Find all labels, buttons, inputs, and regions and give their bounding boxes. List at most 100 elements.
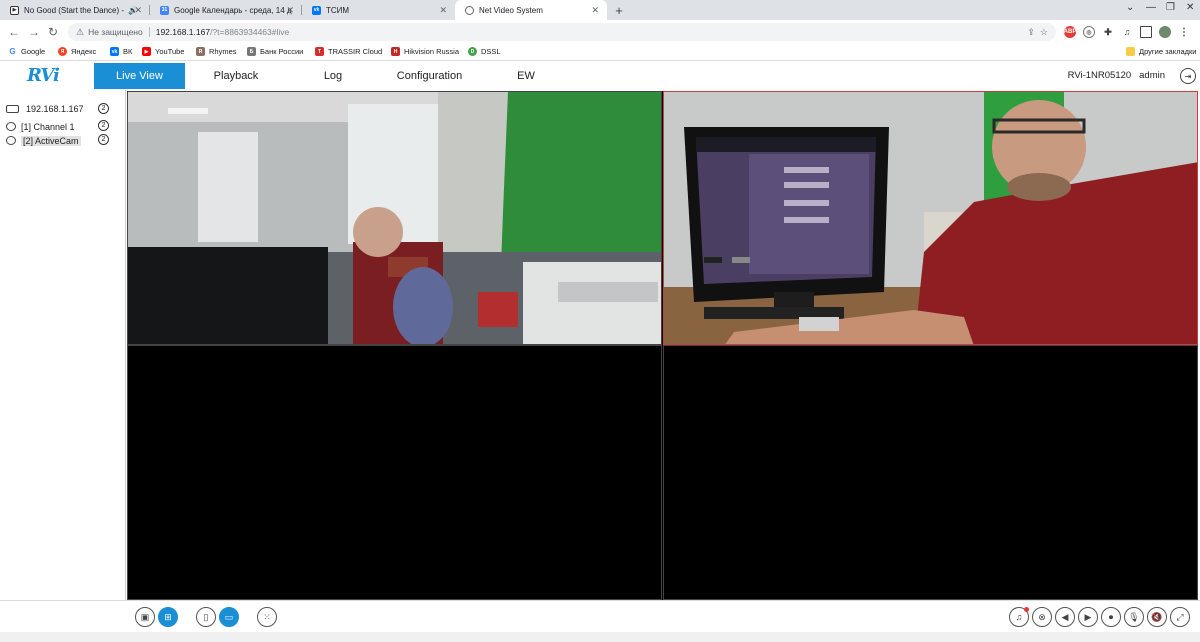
sidepanel-icon[interactable] <box>1140 26 1152 38</box>
device-name: RVi-1NR05120 <box>1067 70 1132 81</box>
logout-icon[interactable]: ⇥ <box>1180 68 1196 84</box>
status-strip <box>0 632 1200 642</box>
app-header: RVi Live View Playback Log Configuration… <box>0 63 1200 89</box>
bookmark-rhymes[interactable]: R Rhymes <box>196 47 237 56</box>
browser-tab-bar: ▶ No Good (Start the Dance) - 🔊 ✕ 31 Goo… <box>0 0 1200 20</box>
address-input[interactable]: ⚠ Не защищено 192.168.1.167/?t=886393446… <box>68 23 1056 41</box>
camera-icon <box>6 122 16 131</box>
bookmark-youtube[interactable]: ▶ YouTube <box>142 47 184 56</box>
tree-device[interactable]: 192.168.1.167 <box>6 102 84 115</box>
bank-icon: Б <box>247 47 256 56</box>
count-badge: 2 <box>98 103 109 114</box>
previous-icon[interactable]: ◀ <box>1055 607 1075 627</box>
adblock-icon[interactable]: ABP <box>1064 26 1076 38</box>
tab-net-video-system[interactable]: Net Video System ✕ <box>455 0 607 20</box>
avatar[interactable] <box>1159 26 1171 38</box>
close-icon[interactable]: ✕ <box>591 5 599 16</box>
bottom-toolbar: ▣ ⊞ ▯ ▭ ⁙ ♫ ⊗ ◀ ▶ ⏺ 🎙 🔇 ⤢ <box>0 600 1200 632</box>
video-cell-4[interactable] <box>663 345 1198 600</box>
tree-channel-1[interactable]: [1] Channel 1 <box>6 120 75 133</box>
snapshot-icon[interactable]: ⊗ <box>1032 607 1052 627</box>
bookmark-hikvision[interactable]: H Hikvision Russia <box>391 47 459 56</box>
close-icon[interactable]: ✕ <box>439 5 447 16</box>
talk-icon[interactable]: 🎙 <box>1124 607 1144 627</box>
video-feed-channel-1 <box>128 92 661 344</box>
new-tab-button[interactable]: + <box>611 2 627 18</box>
tree-channel-2[interactable]: [2] ActiveCam <box>6 134 81 147</box>
window-close-icon[interactable]: ✕ <box>1186 2 1194 13</box>
other-bookmarks[interactable]: Другие закладки <box>1126 47 1196 56</box>
close-icon[interactable]: ✕ <box>134 5 142 16</box>
globe-icon <box>465 5 474 15</box>
tab-calendar[interactable]: 31 Google Календарь - среда, 14 д ✕ <box>150 0 302 20</box>
layout-1x1-icon[interactable]: ▣ <box>135 607 155 627</box>
layout-2x2-icon[interactable]: ⊞ <box>158 607 178 627</box>
header-info: RVi-1NR05120 admin <box>1068 70 1165 81</box>
multi-grid-icon[interactable]: ⁙ <box>257 607 277 627</box>
username[interactable]: admin <box>1139 70 1165 81</box>
mute-icon[interactable]: 🔇 <box>1147 607 1167 627</box>
video-cell-3[interactable] <box>127 345 662 600</box>
bookmark-yandex[interactable]: Я Яндекс <box>58 47 96 56</box>
dssl-icon: D <box>468 47 477 56</box>
warning-icon[interactable]: ⚠ <box>76 27 84 38</box>
chevron-down-icon[interactable]: ⌄ <box>1126 2 1134 13</box>
stream-sub-icon[interactable]: ▭ <box>219 607 239 627</box>
menu-log[interactable]: Log <box>300 63 366 89</box>
vk-icon: vk <box>312 5 321 15</box>
youtube-icon: ▶ <box>142 47 151 56</box>
video-grid <box>127 91 1198 600</box>
youtube-play-icon: ▶ <box>10 5 19 15</box>
next-icon[interactable]: ▶ <box>1078 607 1098 627</box>
logo: RVi <box>27 65 60 86</box>
record-icon[interactable]: ⏺ <box>1101 607 1121 627</box>
folder-icon <box>1126 47 1135 56</box>
count-badge: 2 <box>98 134 109 145</box>
tab-vk[interactable]: vk ТСИМ ✕ <box>302 0 455 20</box>
globe-icon[interactable]: ◎ <box>1083 26 1095 38</box>
menu-live-view[interactable]: Live View <box>94 63 185 89</box>
video-cell-1[interactable] <box>127 91 662 345</box>
channel-label: [1] Channel 1 <box>21 121 75 132</box>
bookmark-bank[interactable]: Б Банк России <box>247 47 303 56</box>
bookmark-google[interactable]: G Google <box>8 47 45 56</box>
url-text: 192.168.1.167/?t=8863934463#live <box>155 27 290 37</box>
tab-youtube[interactable]: ▶ No Good (Start the Dance) - 🔊 ✕ <box>0 0 150 20</box>
trassir-icon: T <box>315 47 324 56</box>
yandex-icon: Я <box>58 47 67 56</box>
forward-icon[interactable]: → <box>28 25 40 39</box>
stream-main-icon[interactable]: ▯ <box>196 607 216 627</box>
tab-title: ТСИМ <box>326 5 350 15</box>
reload-icon[interactable]: ↻ <box>48 25 58 39</box>
restore-icon[interactable]: ❐ <box>1166 2 1175 13</box>
hikvision-icon: H <box>391 47 400 56</box>
calendar-icon: 31 <box>160 5 169 15</box>
close-icon[interactable]: ✕ <box>286 5 294 16</box>
tab-title: Google Календарь - среда, 14 д <box>174 5 292 15</box>
minimize-icon[interactable]: — <box>1146 2 1156 13</box>
extensions-area: ABP ◎ ✚ ♫ ⋮ <box>1064 24 1190 40</box>
rhymes-icon: R <box>196 47 205 56</box>
bookmark-trassir[interactable]: T TRASSIR Cloud <box>315 47 382 56</box>
video-cell-2[interactable] <box>663 91 1198 345</box>
camera-icon <box>6 136 16 145</box>
nvr-icon <box>6 104 19 113</box>
share-icon[interactable]: ⇪ ☆ <box>1027 27 1048 38</box>
menu-ew[interactable]: EW <box>500 63 552 89</box>
bookmark-vk[interactable]: vk ВК <box>110 47 132 56</box>
count-badge: 2 <box>98 120 109 131</box>
menu-configuration[interactable]: Configuration <box>383 63 476 89</box>
address-bar-row: ← → ↻ ⚠ Не защищено 192.168.1.167/?t=886… <box>0 20 1200 44</box>
back-icon[interactable]: ← <box>8 25 20 39</box>
security-status[interactable]: Не защищено <box>88 27 143 37</box>
google-icon: G <box>9 47 16 56</box>
kebab-menu-icon[interactable]: ⋮ <box>1178 26 1190 38</box>
alarm-icon[interactable]: ♫ <box>1009 607 1029 627</box>
tab-title: No Good (Start the Dance) - <box>24 5 125 15</box>
bookmarks-bar: G Google Я Яндекс vk ВК ▶ YouTube R Rhymes ББ… <box>0 44 1200 61</box>
puzzle-icon[interactable]: ✚ <box>1102 26 1114 38</box>
media-icon[interactable]: ♫ <box>1121 26 1133 38</box>
menu-playback[interactable]: Playback <box>190 63 282 89</box>
bookmark-dssl[interactable]: D DSSL <box>468 47 501 56</box>
fullscreen-icon[interactable]: ⤢ <box>1170 607 1190 627</box>
